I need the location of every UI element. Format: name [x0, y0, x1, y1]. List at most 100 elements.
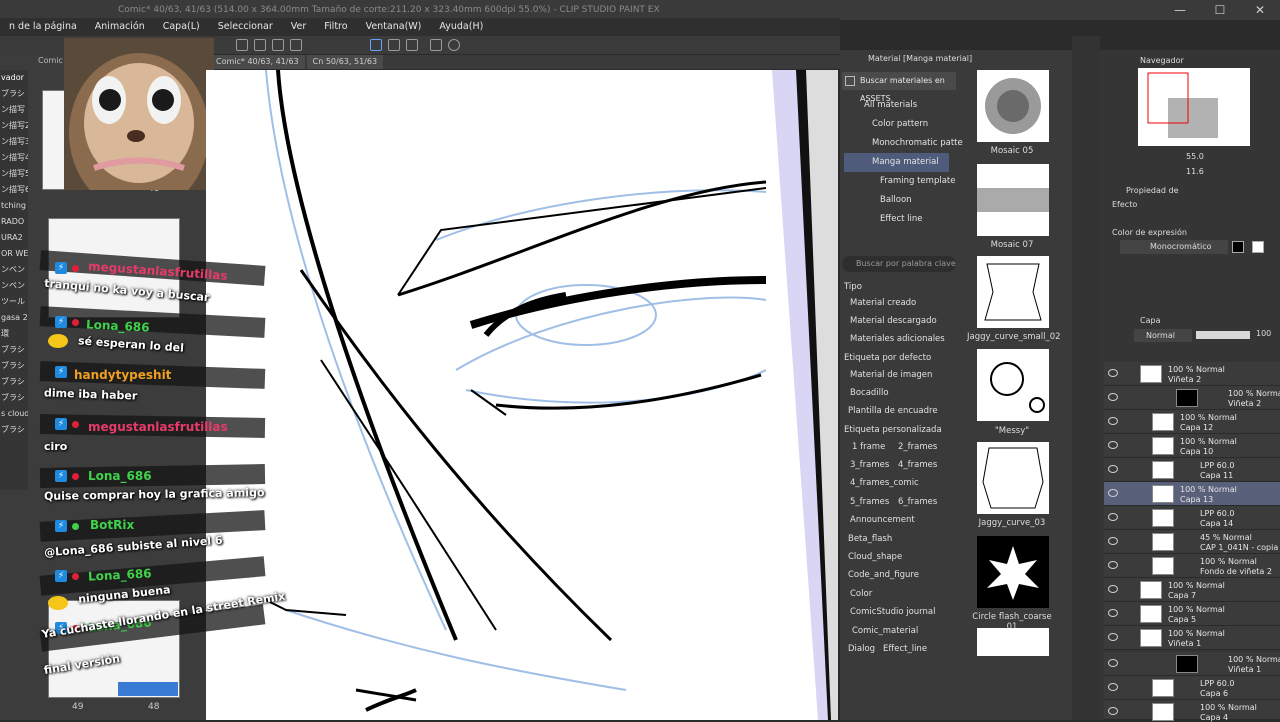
tree-item-framing[interactable]: Framing template	[844, 172, 955, 191]
layer-row[interactable]: 100 % Normal Viñeta 2	[1104, 362, 1280, 386]
list-item[interactable]: ブラシ	[0, 342, 28, 358]
list-item[interactable]: ン描写	[0, 102, 28, 118]
layer-row[interactable]: 45 % Normal CAP 1_041N - copia	[1104, 530, 1280, 554]
tag-4frames[interactable]: 4_frames	[898, 460, 937, 470]
tag-2frames[interactable]: 2_frames	[898, 442, 937, 452]
list-item[interactable]: ン描写6	[0, 182, 28, 198]
tag-image[interactable]: Material de imagen	[850, 370, 932, 380]
layer-row[interactable]: 100 % Normal Capa 4	[1104, 700, 1280, 722]
menu-layer[interactable]: Capa(L)	[154, 18, 209, 36]
tree-item-manga[interactable]: Manga material	[844, 153, 949, 172]
rotate-icon[interactable]	[430, 39, 442, 51]
list-item[interactable]: tching	[0, 198, 28, 214]
tag-effect-line[interactable]: Effect_line	[883, 644, 927, 654]
list-item[interactable]: ブラシ	[0, 358, 28, 374]
drawing-canvas[interactable]	[206, 70, 838, 720]
list-item[interactable]: ツール	[0, 294, 28, 310]
assets-search-button[interactable]: Buscar materiales en ASSETS	[842, 72, 956, 103]
eye-icon[interactable]	[1108, 465, 1118, 473]
tag-announcement[interactable]: Announcement	[850, 515, 915, 525]
list-item[interactable]: ン描写2	[0, 118, 28, 134]
list-item[interactable]: ン描写5	[0, 166, 28, 182]
material-thumb-circle-flash[interactable]	[977, 536, 1049, 608]
color-black-swatch[interactable]	[1232, 241, 1244, 253]
snap2-icon[interactable]	[406, 39, 418, 51]
layer-row[interactable]: LPP 60.0 Capa 11	[1104, 458, 1280, 482]
crop-icon[interactable]	[272, 39, 284, 51]
eye-icon[interactable]	[1108, 489, 1118, 497]
tag-1frame[interactable]: 1 frame	[852, 442, 885, 452]
menu-window[interactable]: Ventana(W)	[357, 18, 431, 36]
menu-select[interactable]: Seleccionar	[209, 18, 282, 36]
list-item[interactable]: RADO	[0, 214, 28, 230]
tag-code-figure[interactable]: Code_and_figure	[848, 570, 919, 580]
navigator-preview[interactable]	[1138, 68, 1250, 146]
list-item[interactable]: s cloud	[0, 406, 28, 422]
eye-icon[interactable]	[1108, 585, 1118, 593]
eye-icon[interactable]	[1108, 393, 1118, 401]
eye-icon[interactable]	[1108, 633, 1118, 641]
eye-icon[interactable]	[1108, 369, 1118, 377]
snap-icon[interactable]	[388, 39, 400, 51]
maximize-button[interactable]: ☐	[1200, 0, 1240, 20]
tree-item-mono-pattern[interactable]: Monochromatic patte	[844, 134, 963, 153]
list-item[interactable]: ンベン	[0, 262, 28, 278]
menu-animation[interactable]: Animación	[86, 18, 154, 36]
blend-mode-select[interactable]: Normal	[1134, 329, 1192, 342]
tag-additional[interactable]: Materiales adicionales	[850, 334, 945, 344]
tree-item-color-pattern[interactable]: Color pattern	[844, 115, 949, 134]
list-item[interactable]: OR WE	[0, 246, 28, 262]
layer-row[interactable]: 100 % Normal Fondo de viñeta 2	[1104, 554, 1280, 578]
help-icon[interactable]	[448, 39, 460, 51]
list-item[interactable]: 環	[0, 326, 28, 342]
opacity-slider[interactable]	[1196, 331, 1250, 339]
menu-view[interactable]: Ver	[282, 18, 316, 36]
material-thumb-mosaic07[interactable]	[977, 164, 1049, 236]
settings-icon[interactable]	[236, 39, 248, 51]
menu-help[interactable]: Ayuda(H)	[430, 18, 492, 36]
tag-comicstudio[interactable]: ComicStudio journal	[850, 607, 935, 617]
layer-row-selected[interactable]: 100 % Normal Capa 13	[1104, 482, 1280, 506]
list-item[interactable]: ブラシ	[0, 86, 28, 102]
list-item[interactable]: ン描写3	[0, 134, 28, 150]
tag-balloon[interactable]: Bocadillo	[850, 388, 889, 398]
layer-row[interactable]: 100 % Normal Viñeta 1	[1104, 626, 1280, 650]
rotation-value[interactable]: 11.6	[1186, 167, 1204, 176]
tag-downloaded[interactable]: Material descargado	[850, 316, 937, 326]
list-item[interactable]: gasa 2	[0, 310, 28, 326]
minimize-button[interactable]: —	[1160, 0, 1200, 20]
menu-page[interactable]: n de la página	[0, 18, 86, 36]
material-search-input[interactable]: Buscar por palabra clave	[842, 256, 956, 272]
tag-6frames[interactable]: 6_frames	[898, 497, 937, 507]
tab-comic-50[interactable]: Cn 50/63, 51/63	[306, 55, 384, 69]
layer-row[interactable]: LPP 60.0 Capa 14	[1104, 506, 1280, 530]
tag-3frames[interactable]: 3_frames	[850, 460, 889, 470]
transform-icon[interactable]	[254, 39, 266, 51]
tag-framing[interactable]: Plantilla de encuadre	[848, 406, 938, 416]
eye-icon[interactable]	[1108, 561, 1118, 569]
tag-created[interactable]: Material creado	[850, 298, 916, 308]
eye-icon[interactable]	[1108, 707, 1118, 715]
tab-comic-40[interactable]: Comic* 40/63, 41/63	[210, 55, 305, 69]
material-thumb-mosaic05[interactable]	[977, 70, 1049, 142]
material-thumb-messy[interactable]	[977, 349, 1049, 421]
eye-icon[interactable]	[1108, 659, 1118, 667]
opacity-value[interactable]: 100	[1256, 329, 1271, 338]
select-icon[interactable]	[290, 39, 302, 51]
layer-folder-row[interactable]: 100 % Normal Viñeta 2	[1104, 386, 1280, 410]
eye-icon[interactable]	[1108, 441, 1118, 449]
eye-icon[interactable]	[1108, 537, 1118, 545]
list-item[interactable]: URA2	[0, 230, 28, 246]
eye-icon[interactable]	[1108, 609, 1118, 617]
layer-row[interactable]: 100 % Normal Capa 7	[1104, 578, 1280, 602]
layer-row[interactable]: LPP 60.0 Capa 6	[1104, 676, 1280, 700]
tag-comic-material[interactable]: Comic_material	[852, 626, 918, 636]
eye-icon[interactable]	[1108, 683, 1118, 691]
eye-icon[interactable]	[1108, 417, 1118, 425]
layer-row[interactable]: 100 % Normal Capa 5	[1104, 602, 1280, 626]
tag-5frames[interactable]: 5_frames	[850, 497, 889, 507]
zoom-value[interactable]: 55.0	[1186, 152, 1204, 161]
list-item[interactable]: ブラシ	[0, 390, 28, 406]
tag-4frames-comic[interactable]: 4_frames_comic	[850, 478, 919, 488]
ruler-icon[interactable]	[370, 39, 382, 51]
